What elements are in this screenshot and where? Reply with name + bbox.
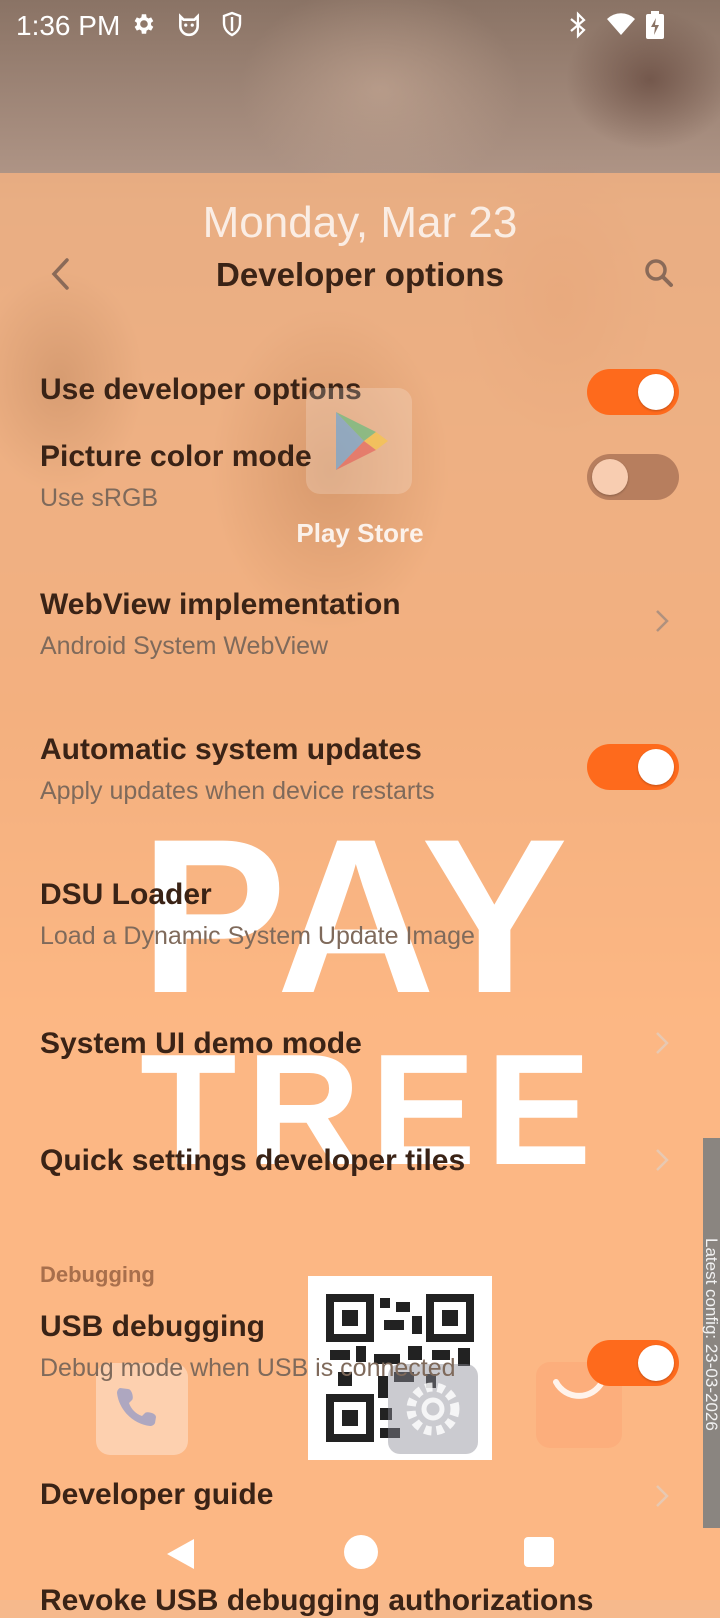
navigation-bar [0, 1525, 720, 1580]
page-title: Developer options [216, 256, 504, 293]
chevron-right-icon [652, 1027, 672, 1059]
shield-icon [220, 11, 244, 44]
setting-title: Picture color mode [40, 440, 312, 473]
setting-summary: Load a Dynamic System Update Image [40, 922, 475, 950]
setting-summary: Use sRGB [40, 484, 159, 512]
gear-icon [130, 11, 156, 44]
chevron-right-icon [652, 1480, 672, 1512]
setting-quick-settings-tiles[interactable]: Quick settings developer tiles [40, 1144, 640, 1178]
toggle-knob [638, 1345, 674, 1381]
chevron-right-icon [652, 1144, 672, 1176]
chevron-right-icon [652, 605, 672, 637]
nav-home-icon[interactable] [344, 1535, 378, 1569]
toggle-knob [638, 374, 674, 410]
use-developer-options-toggle[interactable] [587, 369, 679, 415]
setting-system-ui-demo-mode[interactable]: System UI demo mode [40, 1027, 640, 1061]
status-bar: 1:36 PM [0, 0, 720, 50]
setting-title: WebView implementation [40, 588, 401, 621]
toggle-knob [592, 459, 628, 495]
nav-recents-icon[interactable] [524, 1537, 554, 1567]
setting-summary: Android System WebView [40, 632, 329, 660]
bluetooth-icon [568, 11, 588, 46]
setting-title: USB debugging [40, 1310, 265, 1343]
setting-title: DSU Loader [40, 878, 212, 911]
usb-debugging-toggle[interactable] [587, 1340, 679, 1386]
config-side-strip: Latest config: 23-03-2026 [702, 1138, 720, 1528]
setting-developer-guide[interactable]: Developer guide [40, 1478, 640, 1512]
play-store-label: Play Store [296, 518, 424, 548]
setting-title: System UI demo mode [40, 1027, 362, 1060]
config-side-label: Latest config: 23-03-2026 [702, 1238, 720, 1431]
nav-back-icon[interactable] [164, 1537, 198, 1576]
setting-title: Developer guide [40, 1478, 274, 1511]
battery-icon [646, 11, 664, 46]
status-time: 1:36 PM [16, 10, 121, 41]
wifi-icon [606, 11, 636, 44]
toggle-knob [638, 749, 674, 785]
search-icon[interactable] [644, 258, 674, 293]
picture-color-mode-toggle[interactable] [587, 454, 679, 500]
cat-face-icon [176, 11, 202, 44]
automatic-system-updates-toggle[interactable] [587, 744, 679, 790]
setting-usb-debugging[interactable]: USB debugging Debug mode when USB is con… [40, 1310, 640, 1383]
setting-dsu-loader[interactable]: DSU Loader Load a Dynamic System Update … [40, 878, 640, 951]
setting-summary: Debug mode when USB is connected [40, 1354, 456, 1382]
setting-picture-color-mode[interactable]: Picture color mode Use sRGB [40, 440, 640, 513]
setting-revoke-usb-authorizations[interactable]: Revoke USB debugging authorizations [40, 1584, 593, 1618]
setting-title: Automatic system updates [40, 733, 422, 766]
setting-title: Quick settings developer tiles [40, 1144, 466, 1177]
setting-webview-implementation[interactable]: WebView implementation Android System We… [40, 588, 640, 661]
section-header-debugging: Debugging [40, 1262, 155, 1287]
lockscreen-date: Monday, Mar 23 [202, 198, 518, 247]
